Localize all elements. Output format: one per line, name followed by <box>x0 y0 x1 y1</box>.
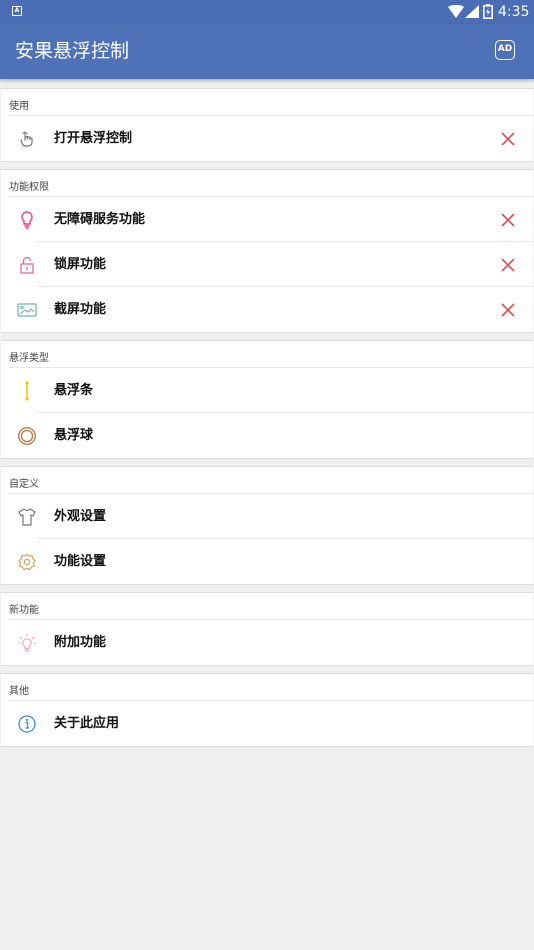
screenshot-item[interactable]: 截屏功能 <box>1 287 533 332</box>
section-header: 悬浮类型 <box>9 341 533 368</box>
circle-ball-icon <box>17 426 37 446</box>
vertical-bar-icon <box>25 381 29 401</box>
hand-pointer-icon <box>20 131 33 147</box>
section-use: 使用 打开悬浮控制 <box>1 88 533 162</box>
section-new-features: 新功能 附加功能 <box>1 592 533 666</box>
appearance-settings-item[interactable]: 外观设置 <box>1 494 533 539</box>
lock-icon <box>20 256 34 274</box>
close-icon[interactable] <box>500 212 516 228</box>
lightbulb-icon <box>21 211 33 229</box>
section-custom: 自定义 外观设置 功能设置 <box>1 466 533 585</box>
cellular-signal-icon <box>465 5 479 18</box>
item-label: 悬浮球 <box>54 428 94 443</box>
close-icon[interactable] <box>500 131 516 147</box>
battery-icon <box>483 4 493 19</box>
section-other: 其他 关于此应用 <box>1 673 533 747</box>
section-permissions: 功能权限 无障碍服务功能 锁屏功能 截屏功能 <box>1 169 533 333</box>
item-label: 无障碍服务功能 <box>54 212 146 227</box>
extra-features-item[interactable]: 附加功能 <box>1 620 533 665</box>
accessibility-service-item[interactable]: 无障碍服务功能 <box>1 197 533 242</box>
about-app-item[interactable]: 关于此应用 <box>1 701 533 746</box>
item-label: 截屏功能 <box>54 302 107 317</box>
section-header: 新功能 <box>9 593 533 620</box>
section-header: 其他 <box>9 674 533 701</box>
lock-screen-item[interactable]: 锁屏功能 <box>1 242 533 287</box>
status-time: 4:35 <box>498 4 530 20</box>
shirt-icon <box>18 508 36 526</box>
section-header: 功能权限 <box>9 170 533 197</box>
section-header: 使用 <box>9 89 533 116</box>
status-bar: A 4:35 <box>0 0 534 24</box>
bulb-sparkle-icon <box>18 634 36 652</box>
item-label: 打开悬浮控制 <box>54 131 133 146</box>
wifi-icon <box>448 5 464 18</box>
item-label: 功能设置 <box>54 554 107 569</box>
item-label: 外观设置 <box>54 509 107 524</box>
item-label: 关于此应用 <box>54 716 120 731</box>
app-bar: 安果悬浮控制 AD <box>0 24 534 79</box>
close-icon[interactable] <box>500 257 516 273</box>
ad-button[interactable]: AD <box>495 40 515 60</box>
close-icon[interactable] <box>500 302 516 318</box>
section-header: 自定义 <box>9 467 533 494</box>
float-bar-item[interactable]: 悬浮条 <box>1 368 533 413</box>
gear-icon <box>18 553 36 571</box>
function-settings-item[interactable]: 功能设置 <box>1 539 533 584</box>
open-float-control-item[interactable]: 打开悬浮控制 <box>1 116 533 161</box>
info-icon <box>18 715 36 733</box>
app-title: 安果悬浮控制 <box>15 40 130 62</box>
image-icon <box>17 303 37 317</box>
item-label: 悬浮条 <box>54 383 94 398</box>
notification-icon: A <box>12 6 22 16</box>
item-label: 附加功能 <box>54 635 107 650</box>
float-ball-item[interactable]: 悬浮球 <box>1 413 533 458</box>
section-float-type: 悬浮类型 悬浮条 悬浮球 <box>1 340 533 459</box>
item-label: 锁屏功能 <box>54 257 107 272</box>
